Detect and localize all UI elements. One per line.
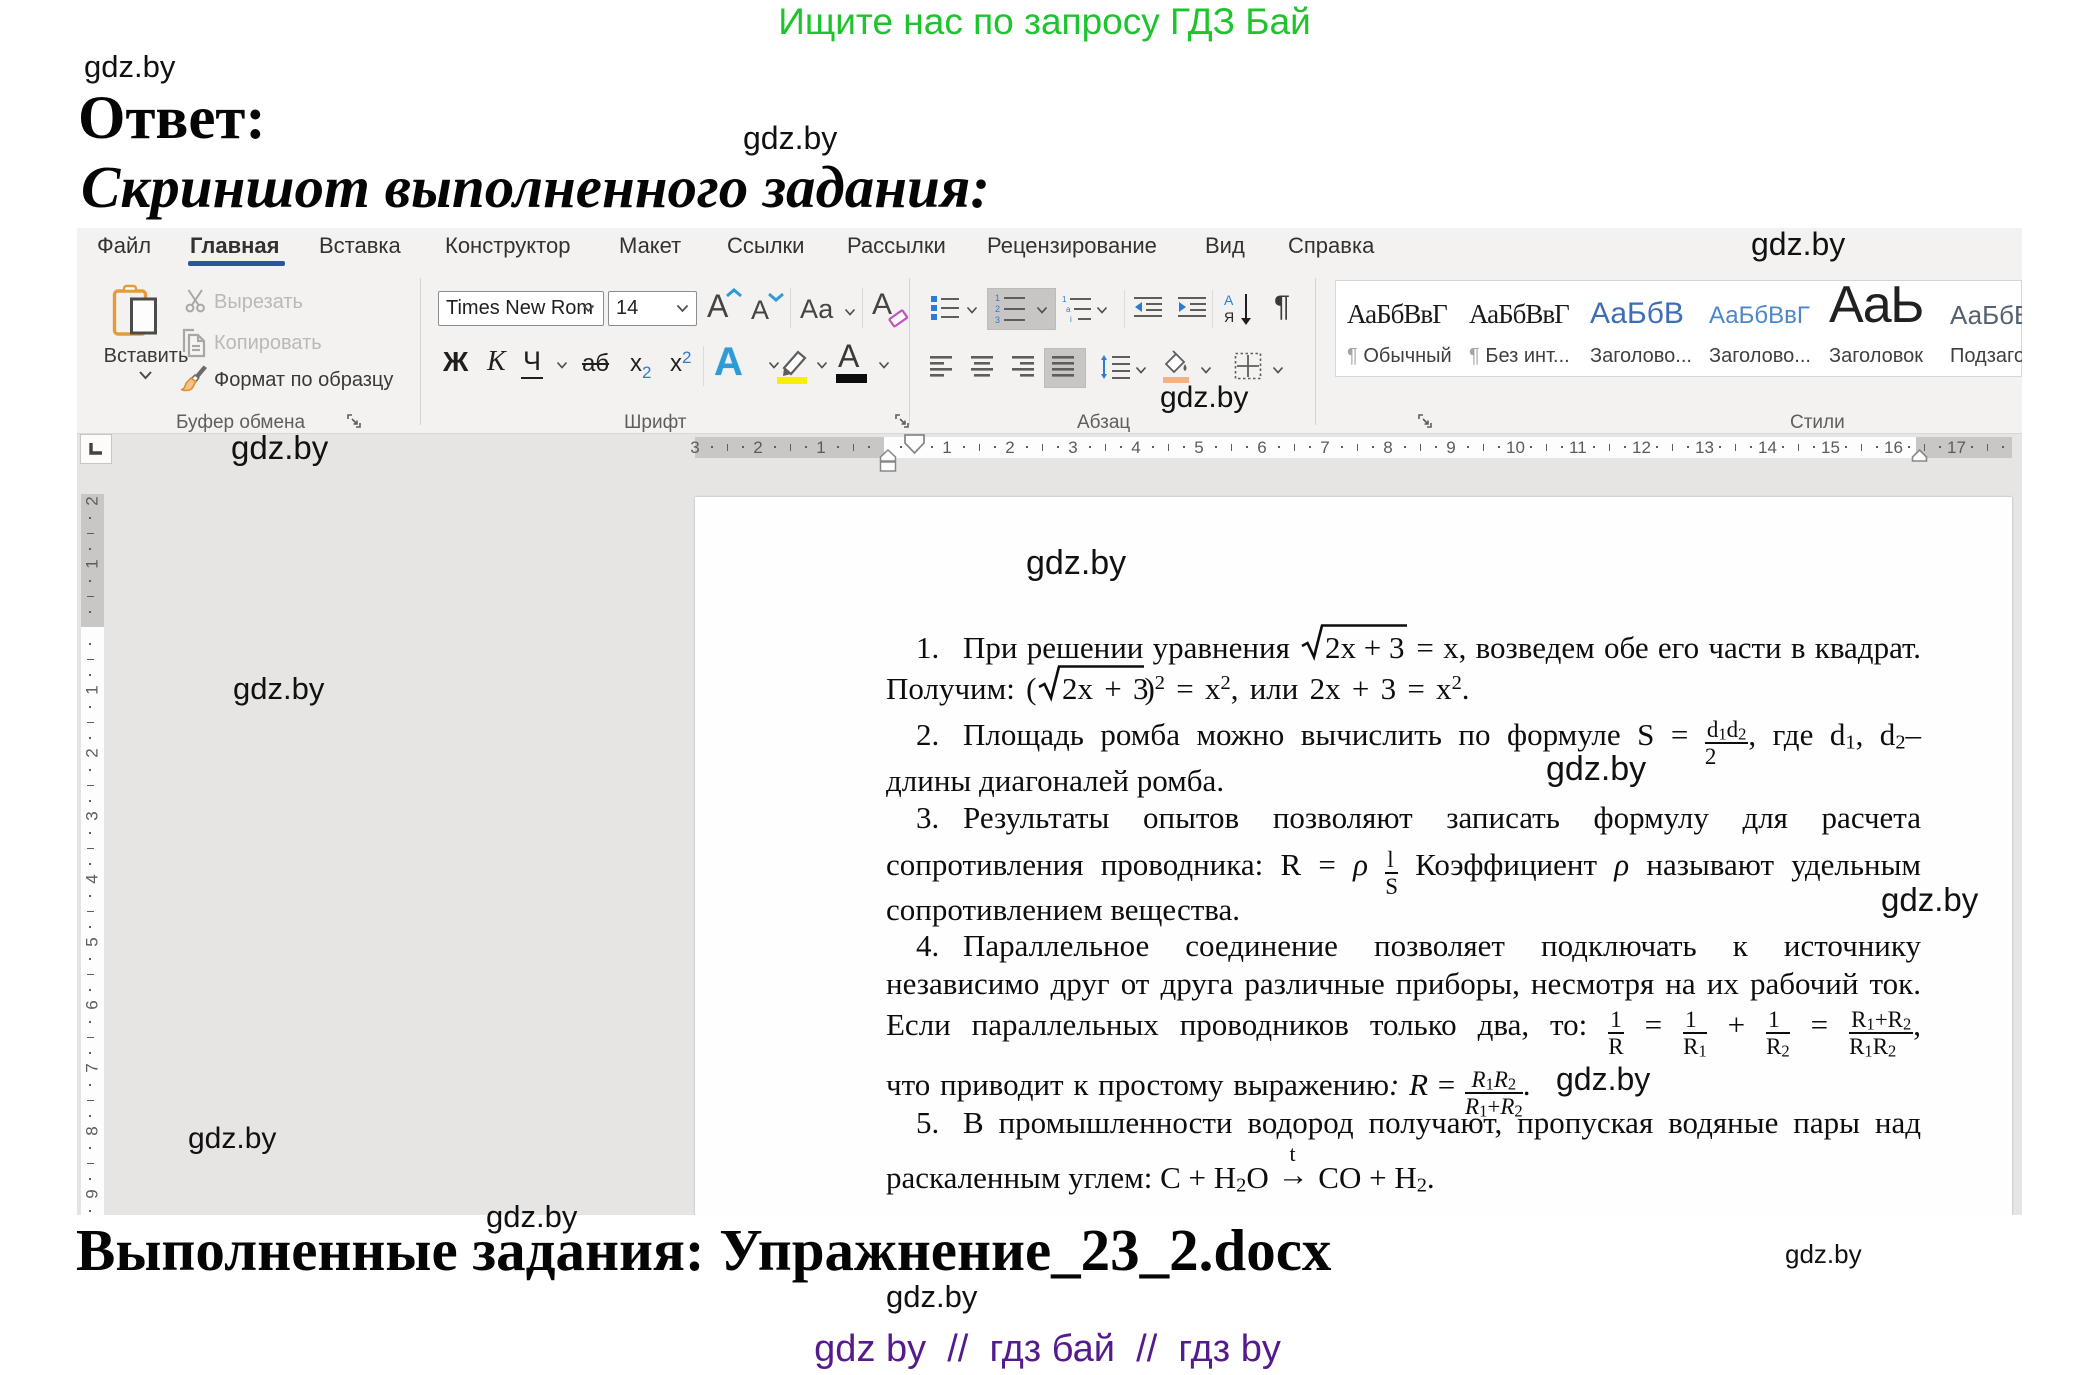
svg-text:А: А xyxy=(1224,292,1234,308)
svg-text:i: i xyxy=(1070,315,1072,322)
svg-text:1: 1 xyxy=(1062,295,1067,304)
svg-text:2x + 3: 2x + 3 xyxy=(1062,671,1148,706)
svg-text:1: 1 xyxy=(995,293,1000,303)
svg-text:a: a xyxy=(1066,305,1071,314)
svg-text:2x + 3: 2x + 3 xyxy=(1325,630,1404,665)
svg-text:3: 3 xyxy=(995,315,1000,324)
svg-text:Я: Я xyxy=(1224,309,1234,325)
svg-text:2: 2 xyxy=(995,304,1000,314)
